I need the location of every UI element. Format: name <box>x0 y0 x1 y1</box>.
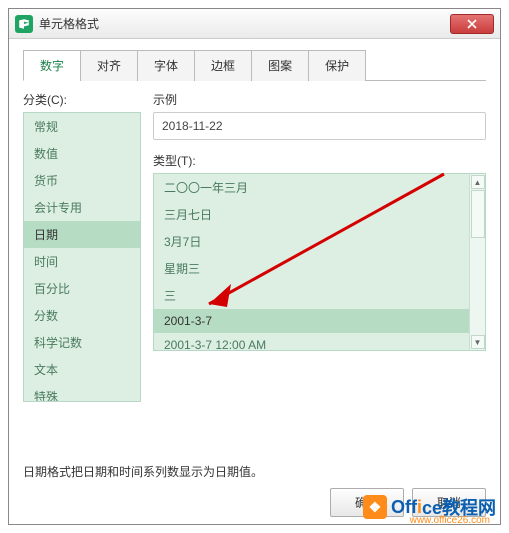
chevron-down-icon: ▼ <box>474 338 482 347</box>
category-item-number[interactable]: 数值 <box>24 140 140 167</box>
type-item[interactable]: 2001-3-7 12:00 AM <box>154 333 469 350</box>
scroll-down-button[interactable]: ▼ <box>471 335 485 349</box>
close-button[interactable] <box>450 14 494 34</box>
type-item[interactable]: 三 <box>154 282 469 309</box>
type-item[interactable]: 二〇〇一年三月 <box>154 174 469 201</box>
category-item-general[interactable]: 常规 <box>24 113 140 140</box>
category-item-fraction[interactable]: 分数 <box>24 302 140 329</box>
titlebar: 单元格格式 <box>9 9 500 39</box>
type-list[interactable]: 二〇〇一年三月 三月七日 3月7日 星期三 三 2001-3-7 2001-3-… <box>153 173 486 351</box>
category-item-date[interactable]: 日期 <box>24 221 140 248</box>
tab-number[interactable]: 数字 <box>23 50 81 81</box>
dialog-body: 数字 对齐 字体 边框 图案 保护 分类(C): 常规 数值 货币 会计专用 日… <box>9 39 500 480</box>
ok-button[interactable]: 确定 <box>330 488 404 517</box>
close-icon <box>467 19 477 29</box>
tab-pattern[interactable]: 图案 <box>251 50 309 81</box>
category-item-scientific[interactable]: 科学记数 <box>24 329 140 356</box>
type-item-selected[interactable]: 2001-3-7 <box>154 309 469 333</box>
format-cells-dialog: 单元格格式 数字 对齐 字体 边框 图案 保护 分类(C): 常规 数值 货币 … <box>8 8 501 525</box>
scroll-track[interactable] <box>471 190 485 334</box>
category-item-currency[interactable]: 货币 <box>24 167 140 194</box>
tab-border[interactable]: 边框 <box>194 50 252 81</box>
category-item-special[interactable]: 特殊 <box>24 383 140 402</box>
type-scrollbar[interactable]: ▲ ▼ <box>469 174 485 350</box>
type-item[interactable]: 三月七日 <box>154 201 469 228</box>
tab-font[interactable]: 字体 <box>137 50 195 81</box>
type-label: 类型(T): <box>153 152 486 169</box>
app-icon <box>15 15 33 33</box>
category-item-percentage[interactable]: 百分比 <box>24 275 140 302</box>
cancel-button[interactable]: 取消 <box>412 488 486 517</box>
type-item[interactable]: 星期三 <box>154 255 469 282</box>
example-value: 2018-11-22 <box>153 112 486 140</box>
scroll-up-button[interactable]: ▲ <box>471 175 485 189</box>
chevron-up-icon: ▲ <box>474 178 482 187</box>
dialog-footer: 确定 取消 <box>9 480 500 524</box>
type-items: 二〇〇一年三月 三月七日 3月7日 星期三 三 2001-3-7 2001-3-… <box>154 174 469 350</box>
category-item-accounting[interactable]: 会计专用 <box>24 194 140 221</box>
tab-strip: 数字 对齐 字体 边框 图案 保护 <box>23 49 486 81</box>
category-item-time[interactable]: 时间 <box>24 248 140 275</box>
category-list[interactable]: 常规 数值 货币 会计专用 日期 时间 百分比 分数 科学记数 文本 特殊 自定… <box>23 112 141 402</box>
format-description: 日期格式把日期和时间系列数显示为日期值。 <box>23 463 486 480</box>
left-column: 分类(C): 常规 数值 货币 会计专用 日期 时间 百分比 分数 科学记数 文… <box>23 91 141 423</box>
window-title: 单元格格式 <box>39 15 450 32</box>
category-label: 分类(C): <box>23 91 141 108</box>
right-column: 示例 2018-11-22 类型(T): 二〇〇一年三月 三月七日 3月7日 星… <box>153 91 486 423</box>
category-item-text[interactable]: 文本 <box>24 356 140 383</box>
tab-alignment[interactable]: 对齐 <box>80 50 138 81</box>
tab-content: 分类(C): 常规 数值 货币 会计专用 日期 时间 百分比 分数 科学记数 文… <box>23 81 486 423</box>
type-item[interactable]: 3月7日 <box>154 228 469 255</box>
example-label: 示例 <box>153 91 486 108</box>
scroll-thumb[interactable] <box>471 190 485 238</box>
tab-protection[interactable]: 保护 <box>308 50 366 81</box>
